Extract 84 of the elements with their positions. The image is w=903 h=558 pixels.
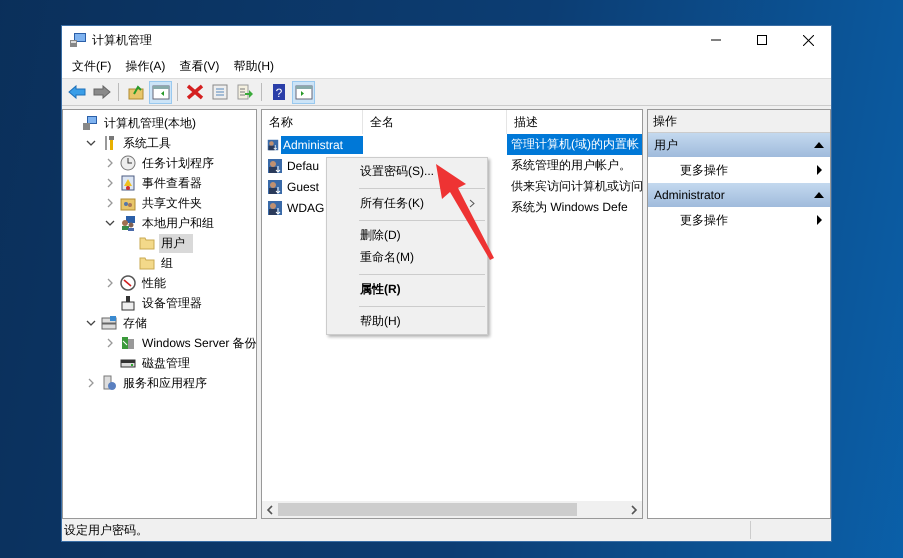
collapse-triangle-icon[interactable]	[814, 142, 824, 148]
scroll-right-icon[interactable]	[630, 504, 638, 514]
expand-chevron-icon[interactable]	[105, 158, 115, 168]
user-name[interactable]: WDAG	[285, 198, 326, 216]
tree-item[interactable]: 磁盘管理	[140, 354, 192, 372]
toolbar-button[interactable]: ?	[267, 80, 290, 104]
actions-header: 操作	[648, 110, 830, 133]
expand-chevron-icon[interactable]	[105, 278, 115, 288]
toolbar-button[interactable]	[149, 80, 172, 104]
collapse-chevron-icon[interactable]	[86, 138, 96, 148]
action-link[interactable]: 更多操作	[648, 157, 830, 183]
collapse-chevron-icon[interactable]	[86, 318, 96, 328]
column-header[interactable]: 全名	[363, 110, 507, 134]
table-cell-text: 系统为 Windows Defe	[510, 199, 629, 216]
tree-item[interactable]: Windows Server 备份	[140, 334, 256, 352]
up-folder-icon	[126, 84, 144, 100]
backup-icon	[120, 335, 136, 351]
submenu-chevron-icon	[469, 198, 475, 208]
back-arrow-icon	[68, 84, 86, 100]
gauge-icon	[120, 275, 136, 291]
scroll-left-icon[interactable]	[266, 504, 274, 514]
help-glyph: ?	[275, 86, 282, 100]
expand-chevron-icon[interactable]	[105, 338, 115, 348]
collapse-chevron-icon[interactable]	[105, 218, 115, 228]
close-icon	[802, 34, 814, 46]
maximize-icon	[757, 35, 767, 45]
section-header[interactable]: Administrator	[648, 183, 830, 207]
submenu-triangle-icon	[817, 165, 822, 175]
menu-item[interactable]: 文件(F)	[65, 56, 118, 76]
table-cell: 管理计算机(域)的内置帐	[507, 134, 642, 155]
menu-item[interactable]: 删除(D)	[327, 224, 487, 246]
tree-item[interactable]: 计算机管理(本地)	[102, 114, 198, 132]
user-name[interactable]: Defau	[285, 156, 322, 174]
tree-item[interactable]: 共享文件夹	[140, 194, 204, 212]
user-icon	[267, 178, 283, 194]
user-icon	[267, 158, 283, 174]
table-cell-text: 系统管理的用户帐户。	[510, 157, 632, 174]
status-text: 设定用户密码。	[64, 522, 149, 538]
expand-chevron-icon[interactable]	[86, 378, 96, 388]
column-header[interactable]: 描述	[507, 110, 642, 134]
computer-icon	[82, 115, 98, 131]
tree-item[interactable]: 存储	[121, 314, 149, 332]
menu-item[interactable]: 操作(A)	[118, 56, 172, 76]
services-icon	[101, 375, 117, 391]
user-icon	[267, 200, 283, 216]
user-name[interactable]: Guest	[285, 178, 322, 196]
forward-arrow-icon	[92, 84, 110, 100]
expand-chevron-icon[interactable]	[105, 178, 115, 188]
tree-item[interactable]: 事件查看器	[140, 174, 204, 192]
menu-item[interactable]: 帮助(H)	[226, 56, 281, 76]
menu-item[interactable]: 帮助(H)	[327, 310, 487, 332]
pane-toggle-icon	[294, 84, 312, 100]
delete-icon	[186, 84, 204, 100]
clock-icon	[120, 155, 136, 171]
properties-icon	[210, 84, 228, 100]
menu-item[interactable]: 查看(V)	[172, 56, 226, 76]
section-header[interactable]: 用户	[648, 133, 830, 157]
submenu-triangle-icon	[817, 215, 822, 225]
action-link[interactable]: 更多操作	[648, 207, 830, 233]
tree-item[interactable]: 系统工具	[121, 134, 173, 152]
users-icon	[120, 215, 136, 231]
log-icon	[120, 175, 136, 191]
tree-item[interactable]: 用户	[159, 234, 193, 252]
tree-item[interactable]: 任务计划程序	[140, 154, 216, 172]
tree-item[interactable]: 服务和应用程序	[121, 374, 209, 392]
folder-icon	[139, 255, 155, 271]
collapse-triangle-icon[interactable]	[814, 192, 824, 198]
expand-chevron-icon[interactable]	[105, 198, 115, 208]
export-icon	[236, 84, 254, 100]
tree-item[interactable]: 本地用户和组	[140, 214, 216, 232]
pane-toggle-icon	[152, 84, 170, 100]
device-icon	[120, 295, 136, 311]
tree-item[interactable]: 组	[159, 254, 175, 272]
table-cell-text: 供来宾访问计算机或访问	[510, 178, 642, 195]
user-name[interactable]: Administrat	[280, 136, 363, 154]
storage-icon	[101, 315, 117, 331]
toolbar-button[interactable]	[292, 80, 315, 104]
tree-item[interactable]: 性能	[140, 274, 168, 292]
window-title: 计算机管理	[92, 32, 152, 48]
computer-icon	[69, 32, 87, 48]
horizontal-scrollbar[interactable]	[262, 501, 642, 518]
tree-item[interactable]: 设备管理器	[140, 294, 204, 312]
column-header[interactable]: 名称	[262, 110, 363, 134]
folder-icon	[139, 235, 155, 251]
